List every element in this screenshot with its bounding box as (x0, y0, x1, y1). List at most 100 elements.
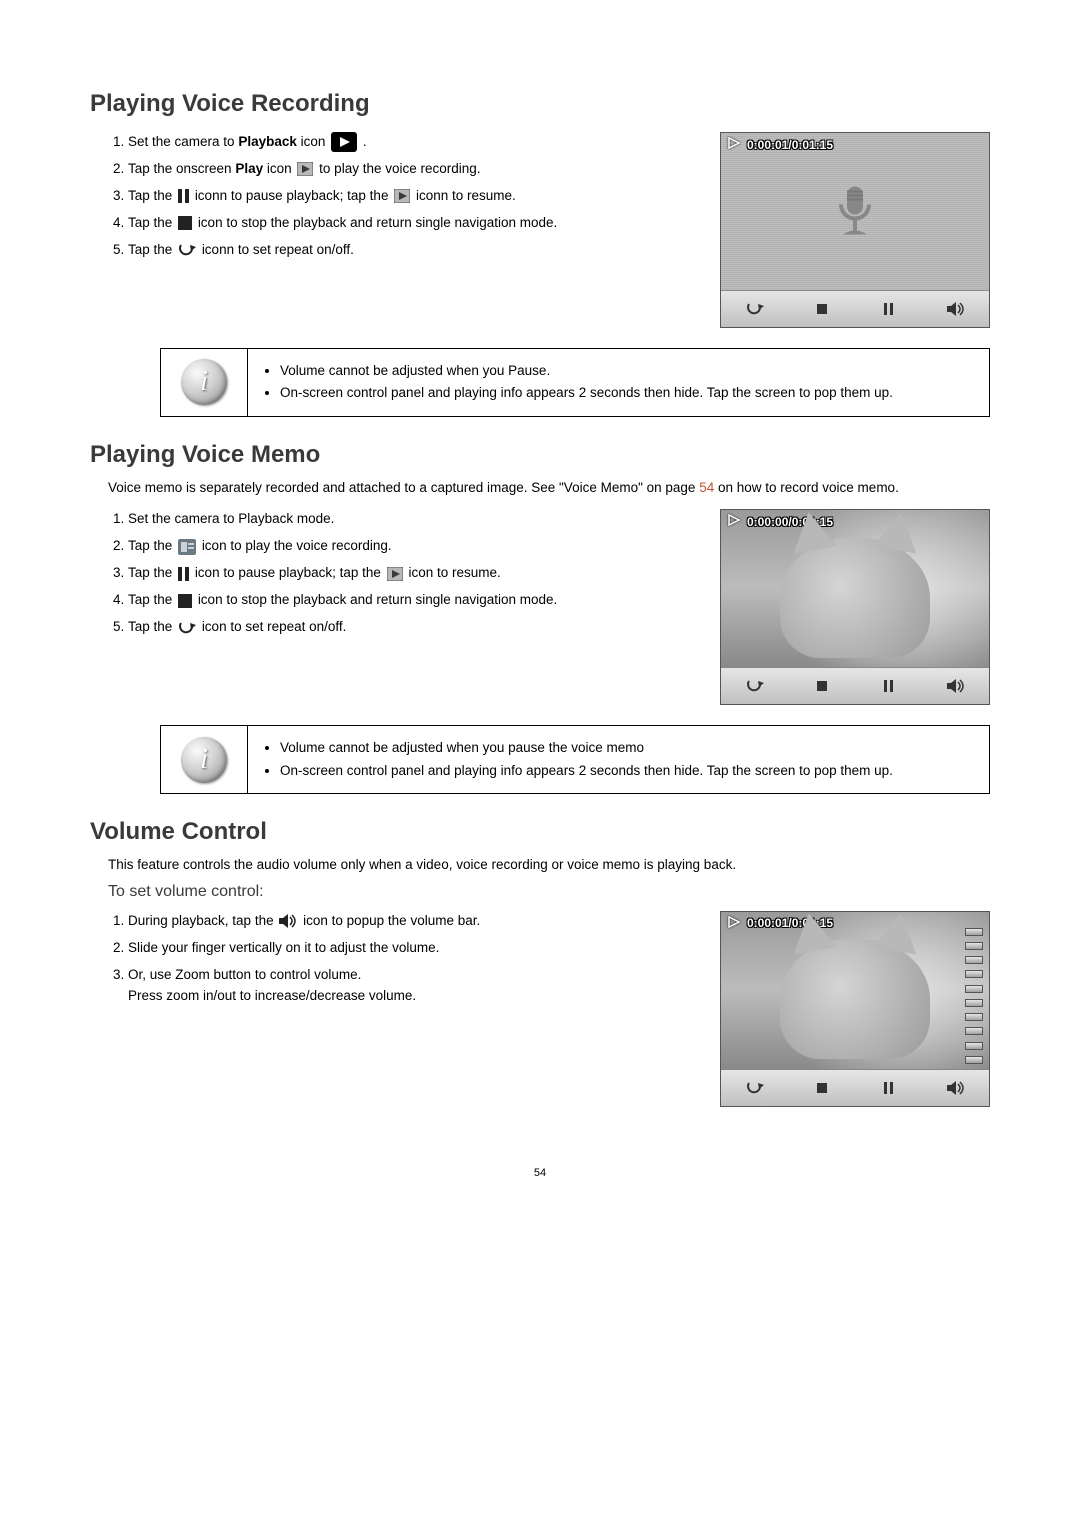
step-text: iconn to resume. (416, 188, 516, 203)
volume-control-screenshot: 0:00:01/0:01:15 (720, 911, 990, 1107)
page-number: 54 (90, 1167, 990, 1179)
voice-memo-screenshot: 0:00:00/0:01:15 (720, 509, 990, 705)
cat-image-placeholder (780, 939, 930, 1059)
stop-button[interactable] (810, 297, 834, 321)
time-counter: 0:00:01/0:01:15 (747, 138, 833, 152)
pause-button[interactable] (877, 1076, 901, 1100)
pause-button[interactable] (877, 297, 901, 321)
pause-button[interactable] (877, 674, 901, 698)
pause-icon (178, 567, 189, 581)
step-text: Tap the (128, 215, 176, 230)
list-item: Tap the onscreen Play icon to play the v… (128, 159, 702, 180)
step-text: icon to resume. (408, 565, 500, 580)
repeat-button[interactable] (743, 674, 767, 698)
list-item: Tap the icon to stop the playback and re… (128, 213, 702, 234)
pause-icon (178, 189, 189, 203)
step-text: icon to play the voice recording. (202, 538, 392, 553)
list-item: Tap the iconn to pause playback; tap the… (128, 186, 702, 207)
list-item: Tap the icon to stop the playback and re… (128, 590, 702, 611)
heading-volume-control: Volume Control (90, 818, 990, 846)
step-text: Tap the (128, 619, 176, 634)
info-icon: i (181, 737, 227, 783)
step-text-bold: Play (235, 161, 263, 176)
list-item: Or, use Zoom button to control volume. P… (128, 965, 702, 1007)
steps-voice-memo: Set the camera to Playback mode. Tap the… (90, 509, 702, 638)
step-text: icon (267, 161, 296, 176)
step-text: Set the camera to Playback mode. (128, 511, 334, 526)
step-text: icon to pause playback; tap the (195, 565, 385, 580)
repeat-icon (178, 243, 196, 257)
info-icon: i (181, 359, 227, 405)
playback-mode-icon (331, 132, 357, 152)
playback-control-bar (721, 290, 989, 327)
play-icon (394, 189, 410, 203)
step-text-bold: Playback (238, 134, 297, 149)
playback-control-bar (721, 1069, 989, 1106)
volume-control-intro: This feature controls the audio volume o… (108, 856, 990, 875)
voice-memo-icon (178, 539, 196, 555)
step-text: to play the voice recording. (319, 161, 480, 176)
step-text: icon to stop the playback and return sin… (198, 592, 557, 607)
note-box: i Volume cannot be adjusted when you Pau… (160, 348, 990, 417)
volume-button[interactable] (944, 1076, 968, 1100)
page-reference-link[interactable]: 54 (699, 480, 714, 495)
repeat-icon (178, 621, 196, 635)
note-text-cell: Volume cannot be adjusted when you pause… (248, 726, 990, 794)
step-text: Set the camera to (128, 134, 238, 149)
step-text: icon to set repeat on/off. (202, 619, 347, 634)
step-text: icon to popup the volume bar. (303, 913, 480, 928)
step-text: During playback, tap the (128, 913, 277, 928)
play-icon (387, 567, 403, 581)
microphone-icon (833, 187, 877, 242)
intro-text: on how to record voice memo. (718, 480, 899, 495)
step-text: . (363, 134, 367, 149)
list-item: Tap the icon to play the voice recording… (128, 536, 702, 557)
note-item: On-screen control panel and playing info… (280, 761, 975, 781)
play-indicator-icon (727, 514, 741, 529)
note-text-cell: Volume cannot be adjusted when you Pause… (248, 349, 990, 417)
note-item: Volume cannot be adjusted when you pause… (280, 738, 975, 758)
step-text: icon to stop the playback and return sin… (198, 215, 557, 230)
list-item: Tap the icon to set repeat on/off. (128, 617, 702, 638)
stop-icon (178, 216, 192, 230)
note-box: i Volume cannot be adjusted when you pau… (160, 725, 990, 794)
volume-slider[interactable] (965, 928, 983, 1064)
list-item: Tap the iconn to set repeat on/off. (128, 240, 702, 261)
heading-playing-voice-recording: Playing Voice Recording (90, 90, 990, 118)
step-text: Tap the (128, 188, 176, 203)
step-text: iconn to pause playback; tap the (195, 188, 392, 203)
playback-control-bar (721, 667, 989, 704)
voice-memo-intro: Voice memo is separately recorded and at… (108, 479, 990, 498)
step-text: Slide your finger vertically on it to ad… (128, 940, 439, 955)
stop-button[interactable] (810, 1076, 834, 1100)
voice-recording-screenshot: 0:00:01/0:01:15 (720, 132, 990, 328)
step-text: Tap the (128, 565, 176, 580)
volume-button[interactable] (944, 297, 968, 321)
step-text: icon (301, 134, 330, 149)
step-text: Press zoom in/out to increase/decrease v… (128, 988, 416, 1003)
subheading-set-volume: To set volume control: (108, 883, 990, 901)
steps-voice-recording: Set the camera to Playback icon . Tap th… (90, 132, 702, 261)
stop-button[interactable] (810, 674, 834, 698)
step-text: iconn to set repeat on/off. (202, 242, 354, 257)
step-text: Or, use Zoom button to control volume. (128, 967, 361, 982)
play-indicator-icon (727, 137, 741, 152)
step-text: Tap the (128, 242, 176, 257)
step-text: Tap the onscreen (128, 161, 235, 176)
note-item: Volume cannot be adjusted when you Pause… (280, 361, 975, 381)
repeat-button[interactable] (743, 1076, 767, 1100)
note-item: On-screen control panel and playing info… (280, 383, 975, 403)
cat-image-placeholder (780, 538, 930, 658)
volume-button[interactable] (944, 674, 968, 698)
heading-playing-voice-memo: Playing Voice Memo (90, 441, 990, 469)
volume-icon (279, 913, 297, 929)
play-icon (297, 162, 313, 176)
info-icon-cell: i (161, 726, 248, 794)
list-item: Set the camera to Playback mode. (128, 509, 702, 530)
list-item: Tap the icon to pause playback; tap the … (128, 563, 702, 584)
play-indicator-icon (727, 916, 741, 931)
repeat-button[interactable] (743, 297, 767, 321)
list-item: Slide your finger vertically on it to ad… (128, 938, 702, 959)
info-icon-cell: i (161, 349, 248, 417)
step-text: Tap the (128, 592, 176, 607)
